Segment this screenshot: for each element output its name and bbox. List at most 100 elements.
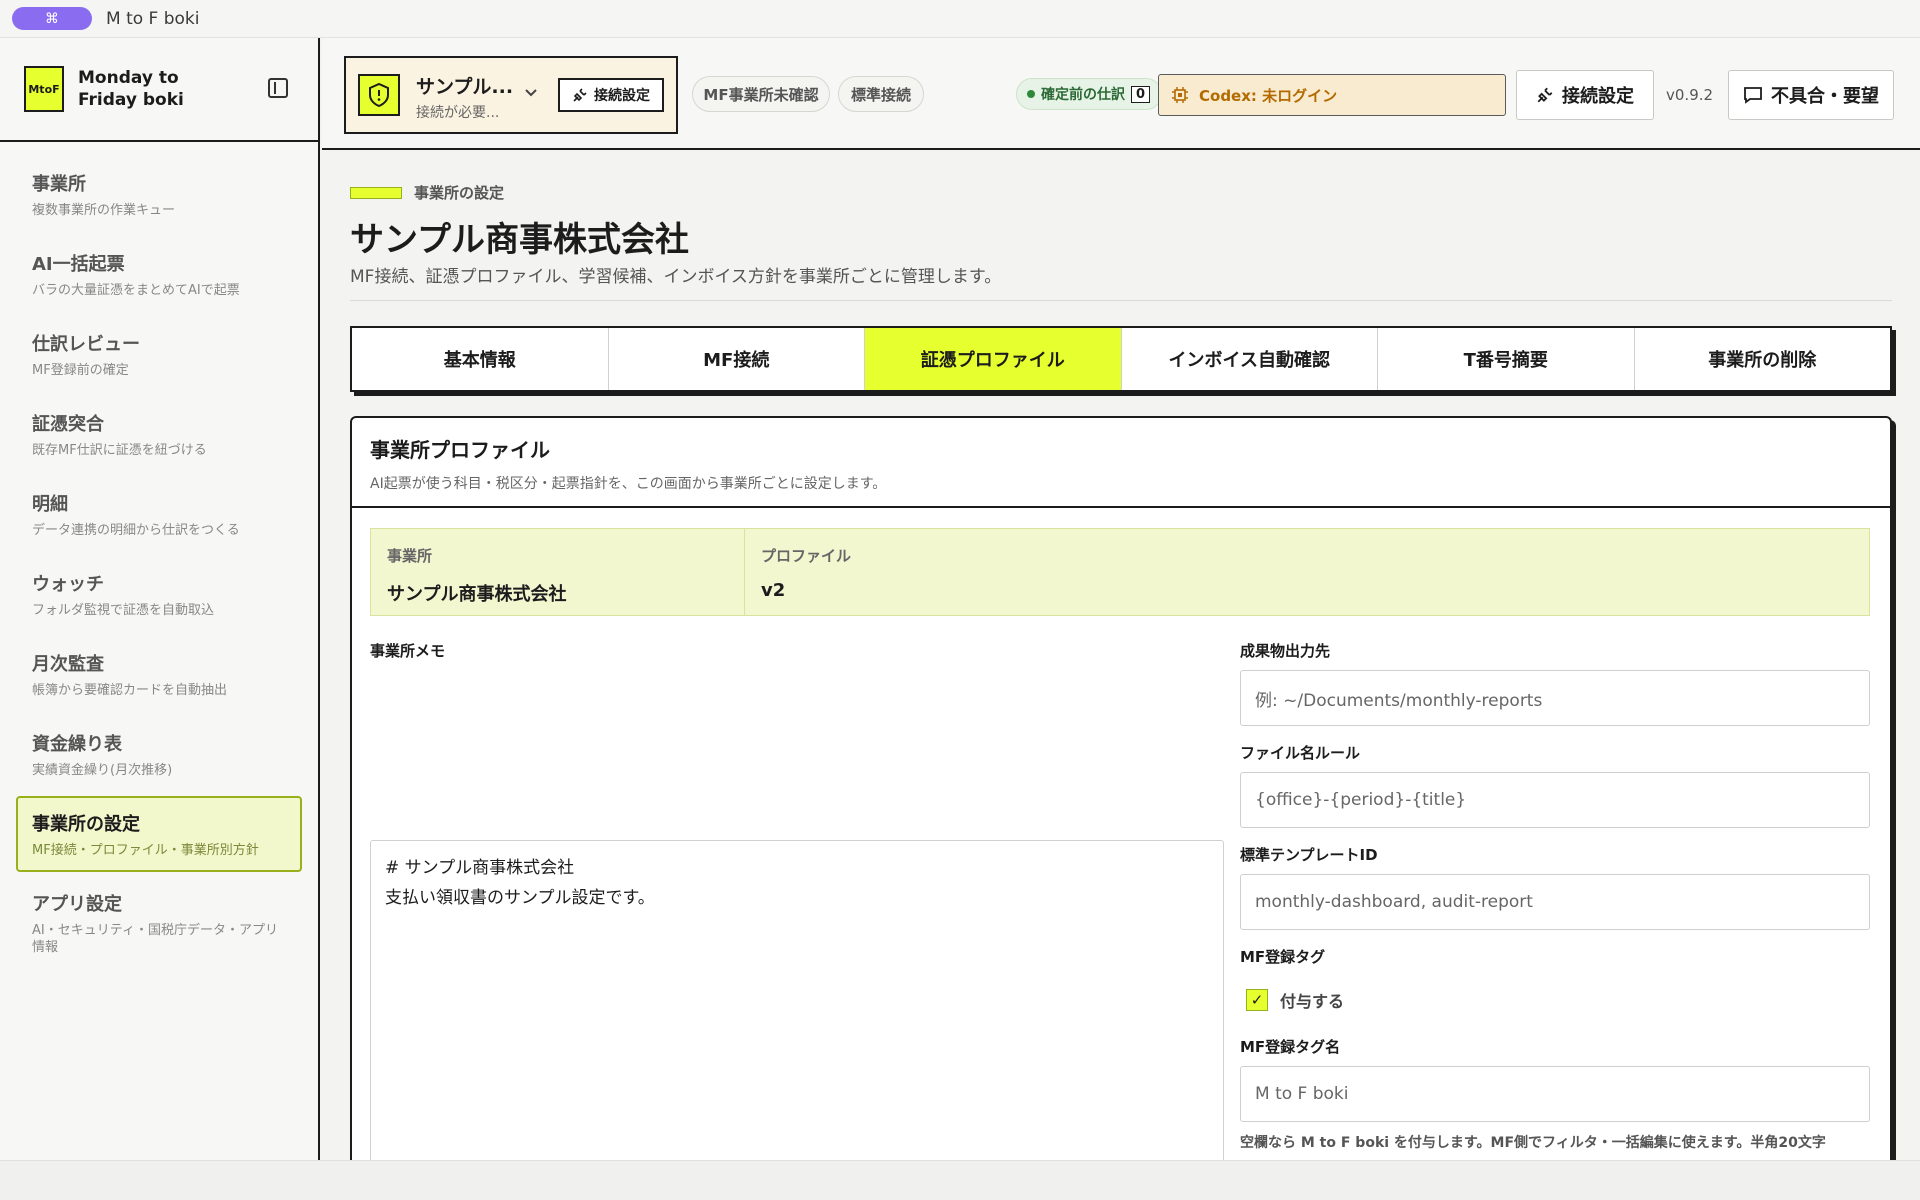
sidebar-item-sub: 帳簿から要確認カードを自動抽出 (32, 683, 228, 698)
template-id-input[interactable]: monthly-dashboard, audit-report (1240, 874, 1870, 930)
filename-rule-label: ファイル名ルール (1240, 744, 1361, 762)
sidebar-item-office-settings[interactable]: 事業所の設定 MF接続・プロファイル・事業所別方針 (16, 796, 302, 872)
mf-unconfirmed-badge: MF事業所未確認 (692, 76, 830, 112)
settings-tabs: 基本情報 MF接続 証憑プロファイル インボイス自動確認 T番号摘要 事業所の削… (350, 326, 1892, 392)
tab-basic-info[interactable]: 基本情報 (352, 328, 609, 390)
mf-tag-label: MF登録タグ (1240, 948, 1326, 966)
sidebar-item-offices[interactable]: 事業所 複数事業所の作業キュー (16, 156, 302, 232)
sidebar-nav: 事業所 複数事業所の作業キュー AI一括起票 バラの大量証憑をまとめてAIで起票… (0, 142, 318, 955)
office-switcher[interactable]: サンプル... 接続が必要... 接続設定 (344, 56, 678, 134)
mf-tag-checkbox-row[interactable]: ✓ 付与する (1246, 978, 1870, 1022)
connect-settings-label: 接続設定 (1562, 86, 1634, 107)
feedback-label: 不具合・要望 (1771, 86, 1879, 107)
connect-settings-small-button[interactable]: 接続設定 (558, 78, 664, 112)
sidebar-item-label: 明細 (32, 494, 68, 515)
speech-bubble-icon (1744, 87, 1762, 104)
sidebar-item-cashflow[interactable]: 資金繰り表 実績資金繰り(月次推移) (16, 716, 302, 792)
filename-rule-input[interactable]: {office}-{period}-{title} (1240, 772, 1870, 828)
sidebar-item-label: アプリ設定 (32, 894, 122, 915)
eyebrow-label: 事業所の設定 (414, 184, 505, 202)
sidebar-item-sub: MF登録前の確定 (32, 363, 129, 378)
office-profile-panel: 事業所プロファイル AI起票が使う科目・税区分・起票指針を、この画面から事業所ご… (350, 416, 1892, 1160)
sidebar-item-statements[interactable]: 明細 データ連携の明細から仕訳をつくる (16, 476, 302, 552)
office-status: 接続が必要... (416, 105, 500, 121)
sidebar-item-label: 事業所 (32, 174, 86, 195)
sidebar-item-label: 資金繰り表 (32, 734, 122, 755)
profile-info: プロファイル v2 (745, 529, 867, 615)
shield-icon (358, 74, 400, 116)
sidebar-item-label: AI一括起票 (32, 254, 125, 275)
sidebar-item-label: 仕訳レビュー (32, 334, 140, 355)
sidebar-item-label: 事業所の設定 (32, 814, 140, 835)
check-icon[interactable]: ✓ (1246, 989, 1268, 1011)
output-dir-label: 成果物出力先 (1240, 642, 1331, 660)
chip-icon (1172, 87, 1188, 103)
pending-count: 0 (1131, 85, 1151, 103)
sidebar-item-sub: 既存MF仕訳に証憑を紐づける (32, 443, 207, 458)
output-dir-input[interactable]: 例: ~/Documents/monthly-reports (1240, 670, 1870, 726)
mf-tag-name-label: MF登録タグ名 (1240, 1038, 1341, 1056)
pending-label: 確定前の仕訳 (1041, 87, 1125, 103)
sidebar-item-sub: データ連携の明細から仕訳をつくる (32, 523, 240, 538)
app-version: v0.9.2 (1666, 86, 1714, 104)
chevron-down-icon[interactable] (524, 84, 538, 102)
brand-name: Monday to Friday boki (78, 68, 184, 110)
office-key: 事業所 (387, 547, 433, 565)
sidebar-item-app-settings[interactable]: アプリ設定 AI・セキュリティ・国税庁データ・アプリ情報 (16, 876, 302, 955)
plug-icon (1537, 87, 1553, 103)
sidebar-item-watch[interactable]: ウォッチ フォルダ監視で証憑を自動取込 (16, 556, 302, 632)
title-bar: ⌘ M to F boki (0, 0, 1920, 38)
sidebar-item-label: 月次監査 (32, 654, 104, 675)
profile-summary: 事業所 サンプル商事株式会社 プロファイル v2 (370, 528, 1870, 616)
office-name: サンプル... (416, 76, 514, 98)
output-settings: 成果物出力先 例: ~/Documents/monthly-reports ファ… (1240, 640, 1870, 1152)
sidebar-item-label: ウォッチ (32, 574, 104, 595)
sidebar-item-label: 証憑突合 (32, 414, 104, 435)
connect-settings-button[interactable]: 接続設定 (1516, 70, 1654, 120)
app-logo: MtoF (24, 66, 64, 112)
tab-t-number-summary[interactable]: T番号摘要 (1378, 328, 1635, 390)
accent-bar (350, 186, 402, 199)
tab-delete-office[interactable]: 事業所の削除 (1635, 328, 1891, 390)
command-icon[interactable]: ⌘ (12, 7, 92, 30)
sidebar-item-sub: MF接続・プロファイル・事業所別方針 (32, 843, 259, 858)
bottom-bar (0, 1160, 1920, 1200)
codex-login-status[interactable]: Codex: 未ログイン (1158, 74, 1506, 116)
sidebar-item-sub: フォルダ監視で証憑を自動取込 (32, 603, 215, 618)
connect-settings-small-label: 接続設定 (594, 88, 650, 104)
brand: MtoF Monday to Friday boki (0, 38, 318, 142)
sidebar-item-monthly-audit[interactable]: 月次監査 帳簿から要確認カードを自動抽出 (16, 636, 302, 712)
sidebar-collapse-icon[interactable] (268, 78, 288, 98)
sidebar-item-sub: バラの大量証憑をまとめてAIで起票 (32, 283, 240, 298)
mf-tag-check-label: 付与する (1280, 992, 1345, 1011)
divider (350, 300, 1892, 301)
office-memo-textarea[interactable]: # サンプル商事株式会社 支払い領収書のサンプル設定です。 (370, 840, 1224, 1160)
page-title: サンプル商事株式会社 (350, 220, 689, 260)
feedback-button[interactable]: 不具合・要望 (1728, 70, 1894, 120)
profile-key: プロファイル (761, 547, 852, 565)
tab-mf-connection[interactable]: MF接続 (609, 328, 865, 390)
tab-voucher-profile[interactable]: 証憑プロファイル (865, 328, 1122, 390)
codex-label: Codex: 未ログイン (1199, 86, 1338, 105)
office-value: サンプル商事株式会社 (387, 584, 567, 605)
panel-title: 事業所プロファイル (370, 438, 550, 462)
sidebar-item-voucher-match[interactable]: 証憑突合 既存MF仕訳に証憑を紐づける (16, 396, 302, 472)
panel-subtitle: AI起票が使う科目・税区分・起票指針を、この画面から事業所ごとに設定します。 (370, 476, 887, 492)
profile-value: v2 (761, 580, 786, 601)
plug-icon (573, 88, 587, 102)
sidebar-item-ai-batch[interactable]: AI一括起票 バラの大量証憑をまとめてAIで起票 (16, 236, 302, 312)
standard-connection-badge: 標準接続 (838, 76, 924, 112)
pending-journals-badge[interactable]: 確定前の仕訳 0 (1016, 78, 1162, 110)
sidebar-item-journal-review[interactable]: 仕訳レビュー MF登録前の確定 (16, 316, 302, 392)
office-info: 事業所 サンプル商事株式会社 (371, 529, 745, 615)
mf-tag-name-input[interactable]: M to F boki (1240, 1066, 1870, 1122)
sidebar-item-sub: 複数事業所の作業キュー (32, 203, 176, 218)
status-dot-icon (1027, 90, 1035, 98)
page-description: MF接続、証憑プロファイル、学習候補、インボイス方針を事業所ごとに管理します。 (350, 267, 1002, 287)
panel-header: 事業所プロファイル AI起票が使う科目・税区分・起票指針を、この画面から事業所ご… (352, 418, 1890, 508)
tab-invoice-check[interactable]: インボイス自動確認 (1122, 328, 1378, 390)
main-content: 事業所の設定 サンプル商事株式会社 MF接続、証憑プロファイル、学習候補、インボ… (322, 150, 1920, 1160)
top-header: サンプル... 接続が必要... 接続設定 MF事業所未確認 標準接続 確定前の… (322, 38, 1920, 150)
mf-tag-help-text: 空欄なら M to F boki を付与します。MF側でフィルタ・一括編集に使え… (1240, 1135, 1826, 1151)
sidebar-item-sub: AI・セキュリティ・国税庁データ・アプリ情報 (32, 923, 278, 955)
